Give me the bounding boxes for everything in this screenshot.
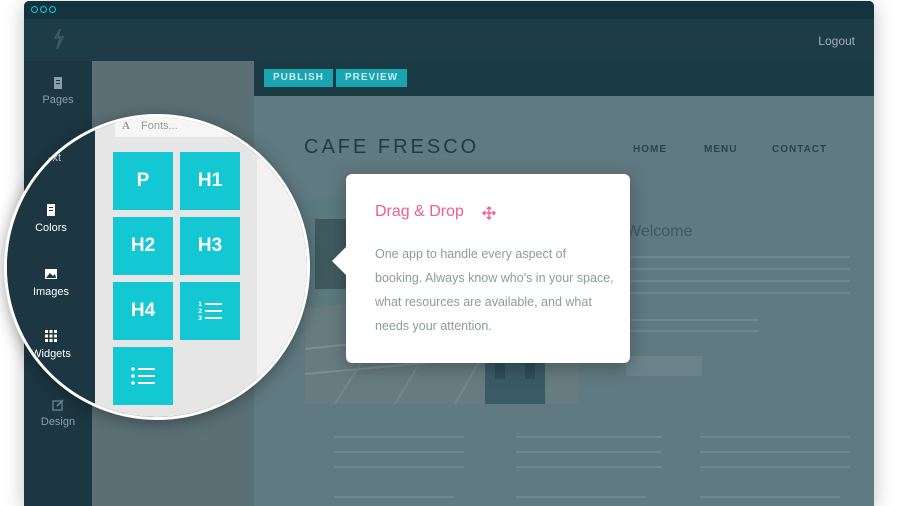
bullet-list-tile[interactable]	[113, 347, 173, 405]
window-dot-icon[interactable]	[40, 6, 47, 13]
text-placeholder-line	[334, 496, 454, 498]
popover-title: Drag & Drop	[375, 203, 464, 220]
sidebar-item-label: Text	[40, 152, 62, 164]
text-placeholder-line	[334, 451, 464, 453]
h3-tile[interactable]: H3	[180, 217, 240, 275]
sidebar-item-widgets[interactable]: Widgets	[7, 330, 95, 360]
font-icon: A	[122, 120, 130, 132]
site-nav-contact[interactable]: CONTACT	[772, 144, 827, 155]
text-placeholder-line	[626, 330, 758, 332]
sidebar-item-label: Colors	[35, 222, 67, 234]
fonts-dropdown-label: Fonts...	[141, 120, 178, 132]
placeholder-button	[626, 356, 702, 376]
publish-button[interactable]: PUBLISH	[264, 69, 333, 87]
magnifier-lens: Text Colors Images Widgets A Fonts... P …	[4, 114, 310, 420]
sidebar-item-label: Widgets	[31, 348, 71, 360]
h2-tile[interactable]: H2	[113, 217, 173, 275]
image-icon	[45, 269, 57, 279]
text-placeholder-line	[334, 436, 464, 438]
text-placeholder-line	[626, 256, 850, 258]
editor-toolbar: PUBLISH PREVIEW	[254, 61, 874, 96]
svg-text:1: 1	[198, 301, 202, 308]
drag-drop-popover: Drag & Drop One app to handle every aspe…	[332, 174, 630, 363]
sidebar-item-label: Images	[32, 286, 70, 298]
ordered-list-tile[interactable]: 123	[180, 282, 240, 340]
fonts-dropdown[interactable]: A Fonts...	[115, 117, 243, 137]
site-title: CAFE FRESCO	[304, 136, 480, 158]
sidebar-item-label: Pages	[42, 94, 74, 106]
sidebar-item-images[interactable]: Images	[7, 268, 95, 298]
text-placeholder-line	[700, 451, 850, 453]
text-placeholder-line	[516, 436, 661, 438]
text-placeholder-line	[516, 451, 661, 453]
site-nav-home[interactable]: HOME	[633, 144, 667, 155]
paragraph-tile[interactable]: P	[113, 152, 173, 210]
site-nav-menu[interactable]: MENU	[704, 144, 737, 155]
preview-button[interactable]: PREVIEW	[336, 69, 408, 87]
text-icon	[45, 134, 57, 146]
text-placeholder-line	[516, 466, 661, 468]
sidebar-item-colors[interactable]: Colors	[7, 204, 95, 234]
title-bar	[24, 1, 874, 19]
window-dot-icon[interactable]	[49, 6, 56, 13]
caret-right-icon	[230, 123, 236, 131]
text-placeholder-line	[516, 496, 646, 498]
window-dot-icon[interactable]	[31, 6, 38, 13]
svg-text:3: 3	[198, 315, 202, 321]
logout-link[interactable]: Logout	[818, 34, 855, 48]
text-panel: A Fonts... P H1 H2 H3 H4 123	[95, 117, 257, 417]
popover-body: One app to handle every aspect of bookin…	[375, 247, 614, 333]
page-icon	[54, 77, 62, 89]
h4-tile[interactable]: H4	[113, 282, 173, 340]
text-placeholder-line	[626, 268, 850, 270]
bullet-list-icon	[131, 367, 155, 385]
sidebar-item-text[interactable]: Text	[7, 134, 95, 164]
svg-text:2: 2	[198, 308, 202, 315]
text-placeholder-line	[700, 436, 850, 438]
h1-tile[interactable]: H1	[180, 152, 240, 210]
text-placeholder-line	[334, 466, 464, 468]
sidebar-item-label: Design	[40, 416, 76, 428]
magnified-canvas	[257, 117, 307, 417]
top-bar: Logout	[24, 19, 874, 61]
text-placeholder-line	[700, 496, 840, 498]
move-icon	[481, 205, 497, 226]
logo-icon	[52, 28, 66, 55]
colors-icon	[47, 204, 55, 216]
text-placeholder-line	[626, 319, 758, 321]
sidebar-item-pages[interactable]: Pages	[24, 77, 92, 106]
text-placeholder-line	[700, 466, 850, 468]
text-placeholder-line	[626, 280, 850, 282]
ordered-list-icon: 123	[198, 301, 222, 322]
grid-icon	[45, 330, 57, 342]
text-placeholder-line	[626, 292, 850, 294]
welcome-heading: Welcome	[626, 223, 693, 240]
